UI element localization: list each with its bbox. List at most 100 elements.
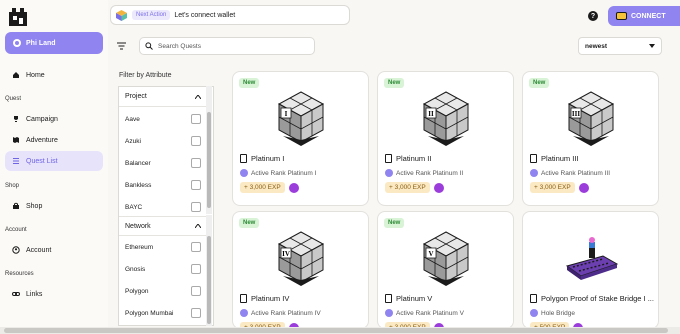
- rank-numeral: III: [572, 110, 580, 118]
- document-icon: [240, 154, 247, 163]
- nav-account[interactable]: Account: [5, 240, 103, 260]
- filter-checkbox[interactable]: [191, 286, 201, 296]
- filter-option-label: Gnosis: [125, 265, 146, 273]
- quest-subtitle-text: Active Rank Platinum IV: [251, 309, 321, 317]
- nav-home-label: Home: [26, 71, 45, 79]
- quest-reward: + 3,000 EXP: [240, 182, 299, 193]
- nav-links[interactable]: Links: [5, 284, 103, 304]
- help-button[interactable]: ?: [588, 11, 598, 21]
- filter-checkbox[interactable]: [191, 180, 201, 190]
- quest-subtitle-text: Hole Bridge: [541, 309, 575, 317]
- wallet-icon: [616, 12, 627, 20]
- filter-panel: Project Aave Azuki Balancer Bankless BAY…: [118, 86, 214, 326]
- quest-card[interactable]: NewIVPlatinum IVActive Rank Platinum IV+…: [232, 211, 369, 329]
- quest-title: Platinum V: [385, 294, 432, 303]
- search-input[interactable]: Search Quests: [139, 37, 315, 55]
- quest-title-text: Platinum V: [396, 294, 433, 303]
- filter-checkbox[interactable]: [191, 308, 201, 318]
- sort-select[interactable]: newest: [578, 37, 662, 55]
- quest-subtitle-text: Active Rank Platinum II: [396, 169, 464, 177]
- nav-shop[interactable]: Shop: [5, 196, 103, 216]
- project-scroll-thumb[interactable]: [207, 112, 211, 208]
- filter-option-label: Bankless: [125, 181, 152, 189]
- filter-option[interactable]: Ethereum: [119, 236, 207, 258]
- quest-card[interactable]: NewVPlatinum VActive Rank Platinum V+ 3,…: [377, 211, 514, 329]
- filter-option[interactable]: Aave: [119, 108, 207, 130]
- filter-checkbox[interactable]: [191, 114, 201, 124]
- filter-checkbox[interactable]: [191, 242, 201, 252]
- phi-logo-icon[interactable]: [7, 6, 29, 28]
- horizontal-scroll-thumb[interactable]: [4, 328, 668, 333]
- next-action-badge: Next Action: [132, 10, 171, 20]
- rank-numeral: I: [285, 110, 288, 118]
- nav-adventure-label: Adventure: [26, 136, 58, 144]
- filter-checkbox[interactable]: [191, 264, 201, 274]
- filter-toggle-button[interactable]: [111, 37, 131, 55]
- search-placeholder: Search Quests: [158, 42, 201, 50]
- user-icon: [12, 246, 20, 254]
- next-action-bar[interactable]: Next Action Let's connect wallet: [110, 5, 350, 25]
- nav-links-label: Links: [26, 290, 43, 298]
- document-icon: [530, 154, 537, 163]
- filter-group-label: Project: [125, 93, 147, 100]
- filter-option[interactable]: BAYC: [119, 196, 207, 218]
- filter-option[interactable]: Polygon: [119, 280, 207, 302]
- rank-icon: [240, 169, 248, 177]
- quest-art-icon: III: [567, 91, 615, 146]
- nav-campaign-label: Campaign: [26, 115, 58, 123]
- document-icon: [530, 294, 537, 303]
- map-icon: [13, 137, 19, 143]
- filter-option[interactable]: Azuki: [119, 130, 207, 152]
- quest-subtitle: Active Rank Platinum III: [530, 169, 610, 177]
- filter-checkbox[interactable]: [191, 136, 201, 146]
- chevron-up-icon: [195, 224, 201, 228]
- quest-subtitle: Active Rank Platinum I: [240, 169, 316, 177]
- connect-button[interactable]: CONNECT: [608, 6, 680, 26]
- filter-option[interactable]: Balancer: [119, 152, 207, 174]
- link-icon: [12, 292, 20, 296]
- document-icon: [385, 294, 392, 303]
- next-action-text: Let's connect wallet: [174, 11, 236, 19]
- filter-option[interactable]: Polygon Mumbai: [119, 302, 207, 324]
- link-icon: [433, 182, 444, 193]
- link-icon: [578, 182, 589, 193]
- quest-art-icon: II: [422, 91, 470, 146]
- phi-land-icon: [13, 39, 21, 47]
- quest-title: Platinum III: [530, 154, 579, 163]
- filter-option-label: Balancer: [125, 159, 151, 167]
- new-badge: New: [384, 218, 405, 228]
- bridge-art-icon: [565, 237, 619, 280]
- quest-title: Polygon Proof of Stake Bridge I ...: [530, 294, 654, 303]
- quest-title-text: Platinum I: [251, 154, 285, 163]
- filter-checkbox[interactable]: [191, 158, 201, 168]
- nav-adventure[interactable]: Adventure: [5, 130, 103, 150]
- rank-icon: [530, 169, 538, 177]
- network-scroll-thumb[interactable]: [207, 236, 211, 324]
- filter-group-project[interactable]: Project: [119, 87, 207, 107]
- quest-subtitle: Active Rank Platinum V: [385, 309, 464, 317]
- filter-option-label: Polygon: [125, 287, 149, 295]
- nav-quest-list[interactable]: Quest List: [5, 151, 103, 171]
- phi-land-button[interactable]: Phi Land: [5, 32, 103, 54]
- quest-card[interactable]: New I Platinum I Active Rank Platinum I + 3,…: [232, 71, 369, 206]
- quest-card[interactable]: Polygon Proof of Stake Bridge I ... Hole …: [522, 211, 659, 329]
- filter-option[interactable]: Gnosis: [119, 258, 207, 280]
- quest-title-text: Platinum II: [396, 154, 432, 163]
- quest-card[interactable]: New II Platinum II Active Rank Platinum II +…: [377, 71, 514, 206]
- exp-badge: + 3,000 EXP: [385, 182, 430, 193]
- trophy-icon: [14, 116, 18, 122]
- nav-campaign[interactable]: Campaign: [5, 109, 103, 129]
- quest-card[interactable]: New III Platinum III Active Rank Platinum I…: [522, 71, 659, 206]
- section-resources: Resources: [5, 271, 34, 277]
- nav-account-label: Account: [26, 246, 52, 254]
- filter-option-label: Azuki: [125, 137, 141, 145]
- quest-art-icon: V: [422, 231, 470, 286]
- filter-group-network[interactable]: Network: [119, 216, 207, 236]
- quest-subtitle-text: Active Rank Platinum V: [396, 309, 464, 317]
- quest-title-text: Polygon Proof of Stake Bridge I ...: [541, 294, 654, 303]
- document-icon: [240, 294, 247, 303]
- filter-option[interactable]: Bankless: [119, 174, 207, 196]
- sidebar: Phi Land Home Quest Campaign Adventure Q…: [0, 0, 108, 334]
- filter-checkbox[interactable]: [191, 202, 201, 212]
- nav-home[interactable]: Home: [5, 65, 103, 85]
